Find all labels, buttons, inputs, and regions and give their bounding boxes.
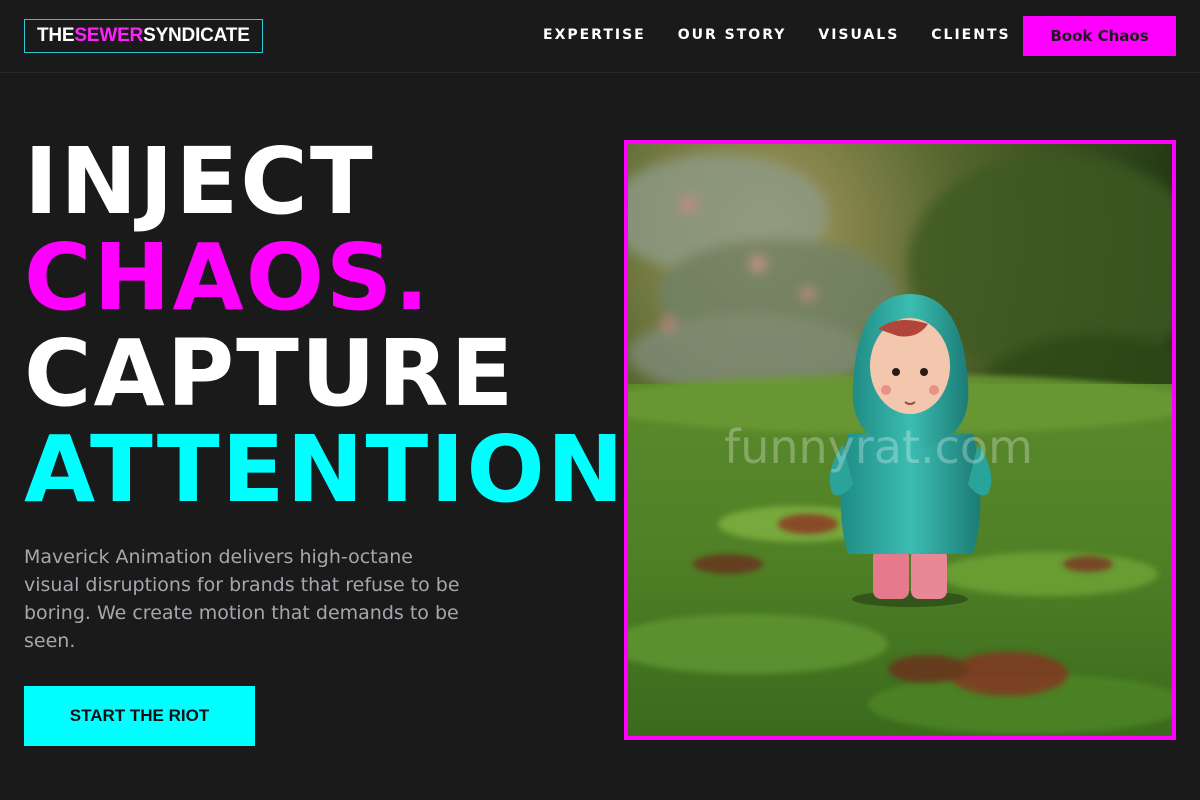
brand-logo[interactable]: THE SEWER SYNDICATE [24, 19, 263, 53]
brand-suffix: SYNDICATE [143, 25, 250, 46]
nav-item-our-story[interactable]: OUR STORY [678, 27, 787, 43]
headline-line-inject: INJECT [24, 128, 375, 235]
headline-line-capture: CAPTURE [24, 320, 516, 427]
start-the-riot-button[interactable]: START THE RIOT [24, 686, 255, 746]
nav-item-expertise[interactable]: EXPERTISE [543, 27, 646, 43]
site-header: THE SEWER SYNDICATE EXPERTISE OUR STORY … [0, 0, 1200, 73]
brand-prefix: THE [37, 25, 75, 46]
headline-line-chaos: CHAOS. [24, 224, 432, 331]
hero-tagline: Maverick Animation delivers high-octane … [24, 546, 460, 652]
hero-headline: INJECT CHAOS. CAPTURE ATTENTION. [24, 134, 663, 518]
headline-line-attention: ATTENTION. [24, 416, 663, 523]
nav-item-visuals[interactable]: VISUALS [818, 27, 899, 43]
hero-image: funnyrat.com [624, 140, 1176, 740]
brand-highlight: SEWER [74, 25, 144, 46]
main-nav: EXPERTISE OUR STORY VISUALS CLIENTS [543, 27, 1011, 43]
nav-item-clients[interactable]: CLIENTS [931, 27, 1010, 43]
book-chaos-button[interactable]: Book Chaos [1023, 16, 1176, 56]
image-watermark: funnyrat.com [724, 420, 1033, 474]
